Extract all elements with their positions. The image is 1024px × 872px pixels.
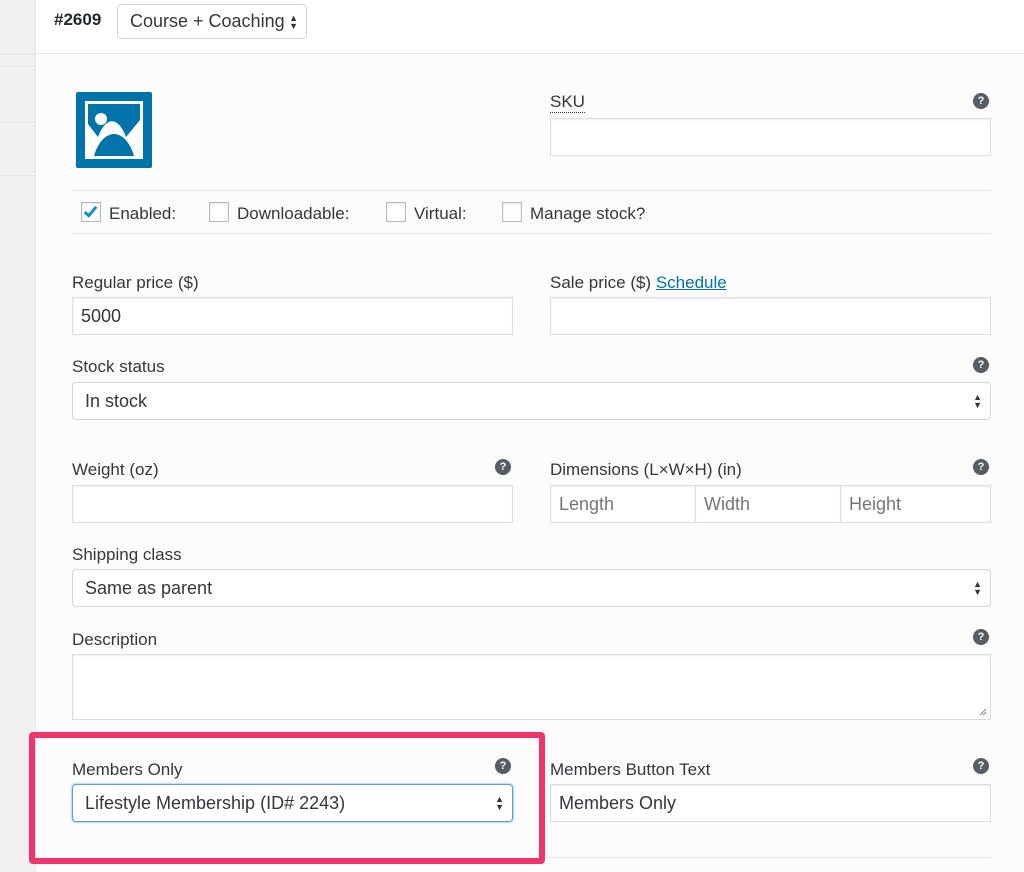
divider bbox=[72, 233, 991, 234]
variation-thumbnail[interactable] bbox=[76, 92, 152, 168]
divider bbox=[546, 857, 991, 858]
sku-label: SKU bbox=[550, 92, 585, 113]
members-only-highlight-box bbox=[29, 732, 545, 864]
virtual-label: Virtual: bbox=[414, 204, 467, 223]
shipping-class-select[interactable]: Same as parent ▲ ▼ bbox=[72, 569, 991, 607]
members-button-text-input[interactable]: Members Only bbox=[550, 784, 991, 822]
height-input[interactable]: Height bbox=[840, 485, 991, 523]
manage-stock-label: Manage stock? bbox=[530, 204, 646, 223]
up-down-arrows-icon: ▲ ▼ bbox=[973, 392, 982, 410]
up-down-arrows-icon: ▲ ▼ bbox=[289, 12, 298, 31]
schedule-link[interactable]: Schedule bbox=[656, 273, 727, 292]
sale-price-label-text: Sale price ($) bbox=[550, 273, 652, 292]
divider bbox=[0, 175, 36, 176]
manage-stock-checkbox[interactable] bbox=[502, 202, 522, 222]
shipping-class-value: Same as parent bbox=[85, 577, 213, 598]
divider bbox=[0, 54, 36, 55]
stock-status-label: Stock status bbox=[72, 357, 165, 376]
length-input[interactable]: Length bbox=[550, 485, 696, 523]
enabled-label: Enabled: bbox=[109, 204, 177, 223]
question-mark-circle-icon[interactable]: ? bbox=[973, 93, 989, 109]
question-mark-circle-icon[interactable]: ? bbox=[973, 459, 989, 475]
divider bbox=[0, 66, 36, 67]
members-button-text-label: Members Button Text bbox=[550, 760, 711, 779]
regular-price-input[interactable]: 5000 bbox=[72, 297, 513, 335]
divider bbox=[0, 122, 36, 123]
divider bbox=[72, 190, 991, 191]
downloadable-checkbox[interactable] bbox=[209, 202, 229, 222]
sale-price-label: Sale price ($) Schedule bbox=[550, 273, 727, 293]
regular-price-label: Regular price ($) bbox=[72, 273, 199, 292]
description-label: Description bbox=[72, 630, 158, 649]
description-textarea[interactable] bbox=[72, 654, 991, 720]
question-mark-circle-icon[interactable]: ? bbox=[973, 357, 989, 373]
check-icon bbox=[83, 203, 98, 218]
variation-id: #2609 bbox=[54, 10, 102, 29]
variation-type-value: Course + Coaching bbox=[130, 11, 285, 31]
enabled-checkbox[interactable] bbox=[81, 202, 101, 222]
width-input[interactable]: Width bbox=[695, 485, 841, 523]
resize-handle-icon[interactable] bbox=[979, 708, 987, 716]
stock-status-select[interactable]: In stock ▲ ▼ bbox=[72, 382, 991, 420]
variation-header: #2609 Course + Coaching ▲ ▼ bbox=[36, 0, 1024, 54]
stock-status-value: In stock bbox=[85, 390, 148, 411]
image-placeholder-icon bbox=[85, 101, 143, 159]
question-mark-circle-icon[interactable]: ? bbox=[973, 629, 989, 645]
shipping-class-label: Shipping class bbox=[72, 545, 182, 564]
sale-price-input[interactable] bbox=[550, 297, 991, 335]
variation-type-select[interactable]: Course + Coaching ▲ ▼ bbox=[117, 4, 307, 39]
sku-input[interactable] bbox=[550, 118, 991, 156]
dimensions-label: Dimensions (L×W×H) (in) bbox=[550, 460, 742, 479]
downloadable-label: Downloadable: bbox=[237, 204, 350, 223]
up-down-arrows-icon: ▲ ▼ bbox=[973, 579, 982, 597]
weight-label: Weight (oz) bbox=[72, 460, 159, 479]
question-mark-circle-icon[interactable]: ? bbox=[973, 758, 989, 774]
virtual-checkbox[interactable] bbox=[386, 202, 406, 222]
weight-input[interactable] bbox=[72, 485, 513, 523]
question-mark-circle-icon[interactable]: ? bbox=[495, 459, 511, 475]
